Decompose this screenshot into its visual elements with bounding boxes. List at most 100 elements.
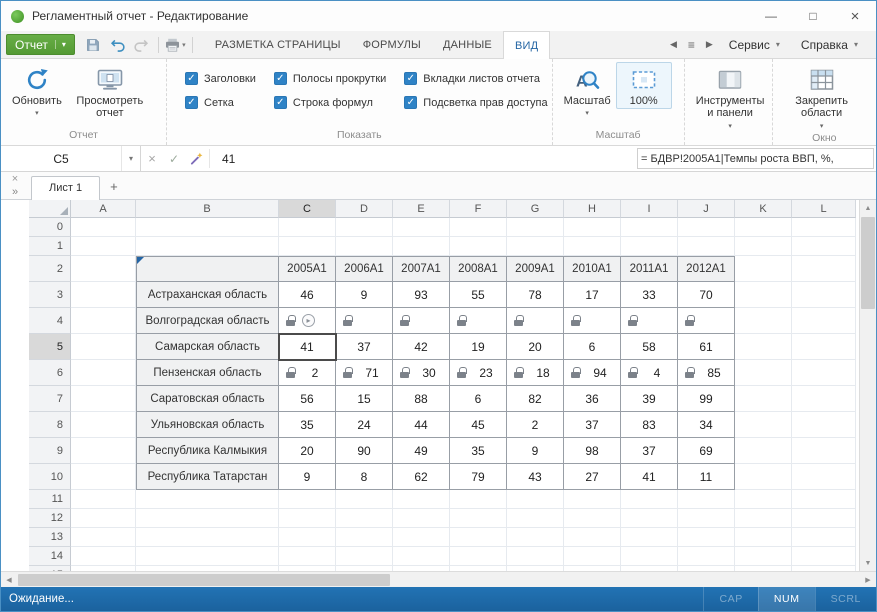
maximize-button[interactable]: □ <box>792 1 834 31</box>
row-header-14[interactable]: 14 <box>29 547 71 566</box>
cell-B11[interactable] <box>136 490 279 509</box>
cell-F14[interactable] <box>450 547 507 566</box>
cell-K6[interactable] <box>735 360 792 386</box>
row-header-10[interactable]: 10 <box>29 464 71 490</box>
cell-G2[interactable]: 2009А1 <box>507 256 564 282</box>
cell-I15[interactable] <box>621 566 678 571</box>
row-header-0[interactable]: 0 <box>29 218 71 237</box>
checkbox-scrollbars-box[interactable]: ✓ <box>274 72 287 85</box>
cell-L2[interactable] <box>792 256 856 282</box>
name-box[interactable]: C5 ▾ <box>1 146 141 171</box>
scroll-up-icon[interactable]: ▲ <box>860 200 876 216</box>
col-header-I[interactable]: I <box>621 200 678 218</box>
print-button[interactable]: ▾ <box>165 34 186 55</box>
checkbox-formula-row[interactable]: ✓Строка формул <box>274 96 386 109</box>
cell-B6[interactable]: Пензенская область <box>136 360 279 386</box>
row-header-4[interactable]: 4 <box>29 308 71 334</box>
cell-A9[interactable] <box>71 438 136 464</box>
cell-E5[interactable]: 42 <box>393 334 450 360</box>
cell-J15[interactable] <box>678 566 735 571</box>
cell-L5[interactable] <box>792 334 856 360</box>
cell-C10[interactable]: 9 <box>279 464 336 490</box>
cell-F2[interactable]: 2008А1 <box>450 256 507 282</box>
cell-J13[interactable] <box>678 528 735 547</box>
cell-D6[interactable]: 71 <box>336 360 393 386</box>
cell-F0[interactable] <box>450 218 507 237</box>
cell-D10[interactable]: 8 <box>336 464 393 490</box>
cell-D11[interactable] <box>336 490 393 509</box>
cell-K2[interactable] <box>735 256 792 282</box>
cell-J14[interactable] <box>678 547 735 566</box>
cell-F8[interactable]: 45 <box>450 412 507 438</box>
tab-page-layout[interactable]: РАЗМЕТКА СТРАНИЦЫ <box>204 31 352 58</box>
minimize-button[interactable]: — <box>750 1 792 31</box>
cell-L13[interactable] <box>792 528 856 547</box>
cell-E0[interactable] <box>393 218 450 237</box>
col-header-B[interactable]: B <box>136 200 279 218</box>
cancel-entry-button[interactable]: × <box>141 151 163 166</box>
cell-J5[interactable]: 61 <box>678 334 735 360</box>
cell-A5[interactable] <box>71 334 136 360</box>
cell-A12[interactable] <box>71 509 136 528</box>
cell-G8[interactable]: 2 <box>507 412 564 438</box>
cell-E4[interactable] <box>393 308 450 334</box>
cell-L3[interactable] <box>792 282 856 308</box>
cell-G5[interactable]: 20 <box>507 334 564 360</box>
cell-A13[interactable] <box>71 528 136 547</box>
cell-F15[interactable] <box>450 566 507 571</box>
freeze-panes-button[interactable]: Закрепить области▾ <box>779 62 865 132</box>
cell-L11[interactable] <box>792 490 856 509</box>
cell-B15[interactable] <box>136 566 279 571</box>
cell-H11[interactable] <box>564 490 621 509</box>
cell-E14[interactable] <box>393 547 450 566</box>
cell-K0[interactable] <box>735 218 792 237</box>
zoom-100-button[interactable]: 100% <box>616 62 672 109</box>
select-all-corner[interactable] <box>29 200 71 218</box>
cell-J7[interactable]: 99 <box>678 386 735 412</box>
cell-J8[interactable]: 34 <box>678 412 735 438</box>
checkbox-grid-box[interactable]: ✓ <box>185 96 198 109</box>
cell-K3[interactable] <box>735 282 792 308</box>
cell-E1[interactable] <box>393 237 450 256</box>
cell-A8[interactable] <box>71 412 136 438</box>
cell-L9[interactable] <box>792 438 856 464</box>
cell-I6[interactable]: 4 <box>621 360 678 386</box>
cell-F13[interactable] <box>450 528 507 547</box>
cell-H8[interactable]: 37 <box>564 412 621 438</box>
chevron-down-icon[interactable]: ▾ <box>121 146 140 171</box>
cell-G9[interactable]: 9 <box>507 438 564 464</box>
cell-J4[interactable] <box>678 308 735 334</box>
col-header-A[interactable]: A <box>71 200 136 218</box>
cell-J3[interactable]: 70 <box>678 282 735 308</box>
cell-D5[interactable]: 37 <box>336 334 393 360</box>
cell-H5[interactable]: 6 <box>564 334 621 360</box>
checkbox-sheet-tabs[interactable]: ✓Вкладки листов отчета <box>404 72 547 85</box>
cell-G13[interactable] <box>507 528 564 547</box>
cell-G10[interactable]: 43 <box>507 464 564 490</box>
cell-K5[interactable] <box>735 334 792 360</box>
cell-E6[interactable]: 30 <box>393 360 450 386</box>
cell-I4[interactable] <box>621 308 678 334</box>
cell-D1[interactable] <box>336 237 393 256</box>
tab-formulas[interactable]: ФОРМУЛЫ <box>352 31 432 58</box>
cell-H7[interactable]: 36 <box>564 386 621 412</box>
tab-list-icon[interactable]: ≡ <box>683 38 700 52</box>
checkbox-formula-row-box[interactable]: ✓ <box>274 96 287 109</box>
cell-L12[interactable] <box>792 509 856 528</box>
cell-B1[interactable] <box>136 237 279 256</box>
cell-C7[interactable]: 56 <box>279 386 336 412</box>
cell-C14[interactable] <box>279 547 336 566</box>
scroll-left-icon[interactable]: ◀ <box>1 576 17 584</box>
col-header-H[interactable]: H <box>564 200 621 218</box>
cell-C2[interactable]: 2005А1 <box>279 256 336 282</box>
cell-G0[interactable] <box>507 218 564 237</box>
cell-F10[interactable]: 79 <box>450 464 507 490</box>
col-header-F[interactable]: F <box>450 200 507 218</box>
cell-K14[interactable] <box>735 547 792 566</box>
row-header-7[interactable]: 7 <box>29 386 71 412</box>
cell-G15[interactable] <box>507 566 564 571</box>
cell-H12[interactable] <box>564 509 621 528</box>
menu-service[interactable]: Сервис ▾ <box>719 38 790 52</box>
cell-D15[interactable] <box>336 566 393 571</box>
cell-A11[interactable] <box>71 490 136 509</box>
